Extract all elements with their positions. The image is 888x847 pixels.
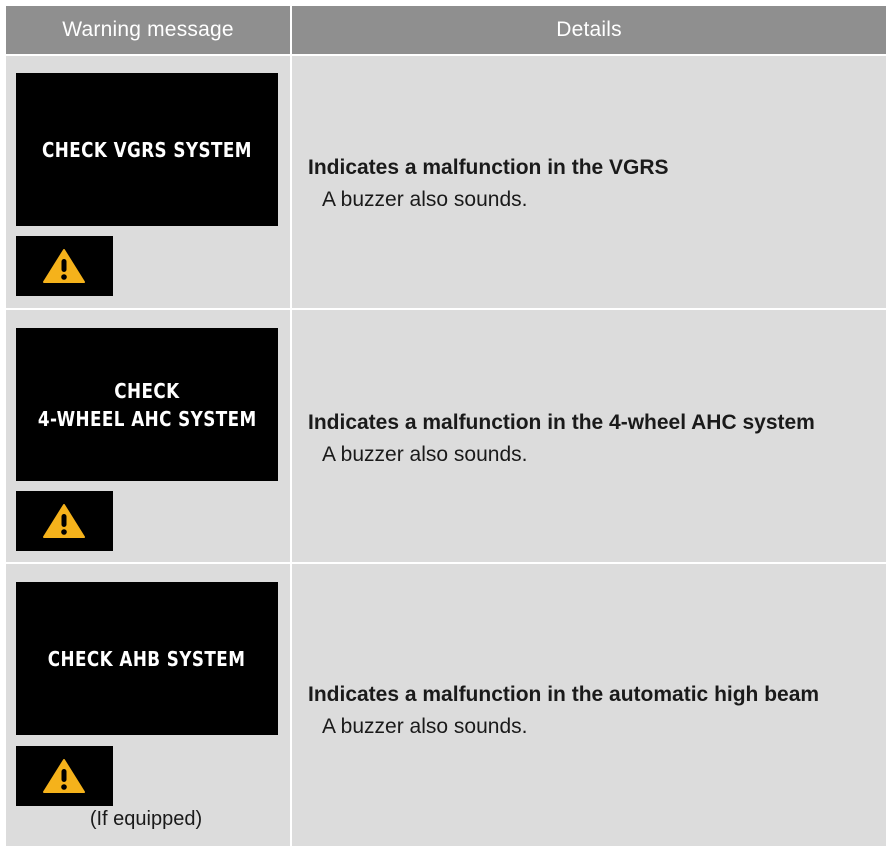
details-cell: Indicates a malfunction in the automatic… [292, 564, 886, 846]
display-screen: CHECK 4-WHEEL AHC SYSTEM [16, 328, 278, 481]
warning-light-box [16, 746, 113, 806]
details-cell: Indicates a malfunction in the 4-wheel A… [292, 310, 886, 562]
table-header: Warning message Details [6, 6, 886, 54]
screen-text-line: CHECK VGRS SYSTEM [42, 137, 252, 162]
screen-text-line: CHECK [114, 378, 180, 403]
if-equipped-note: (If equipped) [89, 808, 203, 830]
details-title: Indicates a malfunction in the 4-wheel A… [308, 411, 815, 434]
details-title: Indicates a malfunction in the VGRS [308, 156, 669, 179]
details-cell: Indicates a malfunction in the VGRS A bu… [292, 56, 886, 308]
table-row: CHECK AHB SYSTEM (If equipped) Indicates… [6, 564, 886, 846]
warning-message-cell: CHECK 4-WHEEL AHC SYSTEM [6, 310, 290, 562]
warning-table: Warning message Details CHECK VGRS SYSTE… [6, 6, 886, 846]
warning-message-cell: CHECK VGRS SYSTEM [6, 56, 290, 308]
table-row: CHECK 4-WHEEL AHC SYSTEM Indicates a mal… [6, 310, 886, 562]
screen-text-line: 4-WHEEL AHC SYSTEM [37, 406, 257, 431]
warning-message-cell: CHECK AHB SYSTEM (If equipped) [6, 564, 290, 846]
warning-triangle-icon [43, 249, 85, 283]
warning-triangle-icon [43, 759, 85, 793]
details-note: A buzzer also sounds. [322, 188, 528, 211]
table-row: CHECK VGRS SYSTEM Indicates a malfunctio… [6, 56, 886, 308]
details-note: A buzzer also sounds. [322, 715, 528, 738]
details-title: Indicates a malfunction in the automatic… [308, 683, 820, 706]
details-note: A buzzer also sounds. [322, 443, 528, 466]
warning-triangle-icon [43, 504, 85, 538]
warning-light-box [16, 236, 113, 296]
display-screen: CHECK VGRS SYSTEM [16, 73, 278, 226]
display-screen: CHECK AHB SYSTEM [16, 582, 278, 735]
screen-text-line: CHECK AHB SYSTEM [48, 646, 246, 671]
header-warning-message: Warning message [62, 18, 234, 41]
header-details: Details [556, 18, 622, 41]
warning-light-box [16, 491, 113, 551]
